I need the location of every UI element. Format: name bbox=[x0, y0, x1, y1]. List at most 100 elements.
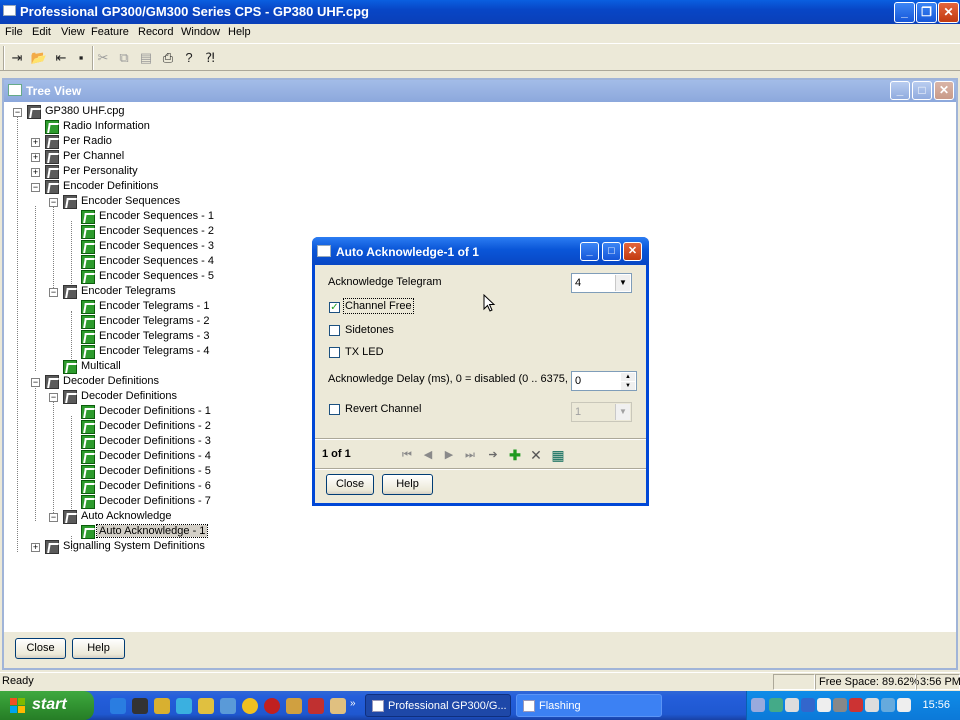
tray-arrow-icon[interactable] bbox=[751, 698, 765, 712]
dialog-minimize-button[interactable]: _ bbox=[580, 242, 599, 261]
sidetones-label[interactable]: Sidetones bbox=[345, 324, 394, 336]
expand-icon[interactable]: + bbox=[31, 138, 40, 147]
folder-icon[interactable] bbox=[198, 698, 214, 714]
menu-file[interactable]: File bbox=[5, 26, 23, 38]
tree-node-encoder-telegrams[interactable]: − Encoder Telegrams bbox=[4, 285, 224, 300]
tools-icon[interactable] bbox=[286, 698, 302, 714]
expand-icon[interactable]: + bbox=[31, 168, 40, 177]
tree-node-signalling-system-definitions[interactable]: + Signalling System Definitions bbox=[4, 540, 224, 555]
tx-led-checkbox[interactable] bbox=[329, 347, 340, 358]
tree-node-encoder-sequence[interactable]: Encoder Sequences - 1 bbox=[4, 210, 224, 225]
tree-node-decoder-definition[interactable]: Decoder Definitions - 5 bbox=[4, 465, 224, 480]
menu-feature[interactable]: Feature bbox=[91, 26, 129, 38]
expand-icon[interactable]: + bbox=[31, 543, 40, 552]
tree-node-multicall[interactable]: Multicall bbox=[4, 360, 204, 375]
add-record-icon[interactable]: ✚ bbox=[506, 446, 524, 464]
tree-node-radio-information[interactable]: Radio Information bbox=[4, 120, 204, 135]
taskbar-flashing-task[interactable]: Flashing bbox=[516, 694, 662, 717]
tree-node-encoder-telegram[interactable]: Encoder Telegrams - 3 bbox=[4, 330, 224, 345]
acknowledge-telegram-select[interactable]: 4 ▼ bbox=[571, 273, 632, 293]
taskbar-cps-task[interactable]: Professional GP300/G... bbox=[365, 694, 511, 717]
tree-node-per-personality[interactable]: + Per Personality bbox=[4, 165, 204, 180]
last-record-icon[interactable]: ⏭ bbox=[461, 446, 479, 464]
tree-node-encoder-sequences[interactable]: − Encoder Sequences bbox=[4, 195, 224, 210]
spin-up-icon[interactable]: ▲ bbox=[621, 373, 635, 381]
tree-node-encoder-sequence[interactable]: Encoder Sequences - 3 bbox=[4, 240, 224, 255]
tray-icon[interactable] bbox=[785, 698, 799, 712]
tray-icon[interactable] bbox=[849, 698, 863, 712]
media-icon[interactable] bbox=[308, 698, 324, 714]
collapse-icon[interactable]: − bbox=[49, 288, 58, 297]
revert-channel-checkbox[interactable] bbox=[329, 404, 340, 415]
next-record-icon[interactable]: ▶ bbox=[440, 446, 458, 464]
context-help-icon[interactable]: ⁈ bbox=[199, 47, 221, 69]
tree-view-minimize-button[interactable]: _ bbox=[890, 81, 910, 100]
tree-node-decoder-definition[interactable]: Decoder Definitions - 4 bbox=[4, 450, 224, 465]
tree-node-decoder-definitions[interactable]: − Decoder Definitions bbox=[4, 375, 204, 390]
security-icon[interactable] bbox=[154, 698, 170, 714]
sidetones-checkbox[interactable] bbox=[329, 325, 340, 336]
print-icon[interactable]: ⎙ bbox=[157, 47, 179, 69]
collapse-icon[interactable]: − bbox=[49, 198, 58, 207]
dialog-maximize-button[interactable]: □ bbox=[602, 242, 621, 261]
collapse-icon[interactable]: − bbox=[31, 183, 40, 192]
table-view-icon[interactable]: ▦ bbox=[549, 446, 567, 464]
tree-node-encoder-telegram[interactable]: Encoder Telegrams - 2 bbox=[4, 315, 224, 330]
tree-node-encoder-sequence[interactable]: Encoder Sequences - 5 bbox=[4, 270, 224, 285]
tree-node-encoder-sequence[interactable]: Encoder Sequences - 2 bbox=[4, 225, 224, 240]
menu-record[interactable]: Record bbox=[138, 26, 173, 38]
copy-icon[interactable]: ⧉ bbox=[113, 47, 135, 69]
tray-icon[interactable] bbox=[865, 698, 879, 712]
dialog-close-button[interactable]: ✕ bbox=[623, 242, 642, 261]
menu-view[interactable]: View bbox=[61, 26, 85, 38]
collapse-icon[interactable]: − bbox=[49, 513, 58, 522]
write-radio-icon[interactable]: ⇤ bbox=[50, 47, 72, 69]
chevron-down-icon[interactable]: ▼ bbox=[615, 275, 630, 291]
previous-record-icon[interactable]: ◀ bbox=[419, 446, 437, 464]
tree-node-encoder-definitions[interactable]: − Encoder Definitions bbox=[4, 180, 204, 195]
menu-edit[interactable]: Edit bbox=[32, 26, 51, 38]
tree-node-auto-acknowledge[interactable]: − Auto Acknowledge bbox=[4, 510, 224, 525]
tree-view-close-button[interactable]: ✕ bbox=[934, 81, 954, 100]
app-icon[interactable] bbox=[220, 698, 236, 714]
go-to-record-icon[interactable]: ➔ bbox=[484, 446, 502, 464]
tree-node-decoder-definition[interactable]: Decoder Definitions - 1 bbox=[4, 405, 224, 420]
tree-close-button[interactable]: Close bbox=[15, 638, 66, 659]
dialog-help-button[interactable]: Help bbox=[382, 474, 433, 495]
tree-node-auto-acknowledge-item[interactable]: Auto Acknowledge - 1 bbox=[4, 524, 224, 540]
cut-icon[interactable]: ✂ bbox=[92, 47, 114, 69]
tree-view-maximize-button[interactable]: □ bbox=[912, 81, 932, 100]
notes-icon[interactable] bbox=[330, 698, 346, 714]
expand-icon[interactable]: + bbox=[31, 153, 40, 162]
chevron-down-icon[interactable]: ▼ bbox=[615, 404, 630, 420]
paste-icon[interactable]: ▤ bbox=[135, 47, 157, 69]
tree-node-per-radio[interactable]: + Per Radio bbox=[4, 135, 204, 150]
delete-record-icon[interactable]: ✕ bbox=[527, 446, 545, 464]
tray-icon[interactable] bbox=[817, 698, 831, 712]
collapse-icon[interactable]: − bbox=[13, 108, 22, 117]
first-record-icon[interactable]: ⏮ bbox=[398, 446, 416, 464]
tree-node-decoder-definition[interactable]: Decoder Definitions - 7 bbox=[4, 495, 224, 510]
collapse-icon[interactable]: − bbox=[49, 393, 58, 402]
chevron-right-icon[interactable]: » bbox=[350, 698, 358, 714]
tray-icon[interactable] bbox=[881, 698, 895, 712]
save-icon[interactable]: ▪ bbox=[70, 47, 92, 69]
ie-icon[interactable] bbox=[110, 698, 126, 714]
dialog-close-button-bottom[interactable]: Close bbox=[326, 474, 374, 495]
tree-node-encoder-telegram[interactable]: Encoder Telegrams - 1 bbox=[4, 300, 224, 315]
tree-node-decoder-definitions-sub[interactable]: − Decoder Definitions bbox=[4, 390, 224, 405]
collapse-icon[interactable]: − bbox=[31, 378, 40, 387]
revert-channel-select[interactable]: 1 ▼ bbox=[571, 402, 632, 422]
tray-icon[interactable] bbox=[833, 698, 847, 712]
read-radio-icon[interactable]: ⇥ bbox=[6, 47, 28, 69]
smiley-icon[interactable] bbox=[242, 698, 258, 714]
restore-button[interactable]: ❐ bbox=[916, 2, 937, 23]
open-icon[interactable]: 📂 bbox=[28, 47, 50, 69]
menu-help[interactable]: Help bbox=[228, 26, 251, 38]
opera-icon[interactable] bbox=[264, 698, 280, 714]
tree-node-encoder-telegram[interactable]: Encoder Telegrams - 4 bbox=[4, 345, 224, 360]
channel-free-label[interactable]: Channel Free bbox=[343, 298, 414, 314]
close-button[interactable]: ✕ bbox=[938, 2, 959, 23]
tree-node-decoder-definition[interactable]: Decoder Definitions - 6 bbox=[4, 480, 224, 495]
tree-node-encoder-sequence[interactable]: Encoder Sequences - 4 bbox=[4, 255, 224, 270]
